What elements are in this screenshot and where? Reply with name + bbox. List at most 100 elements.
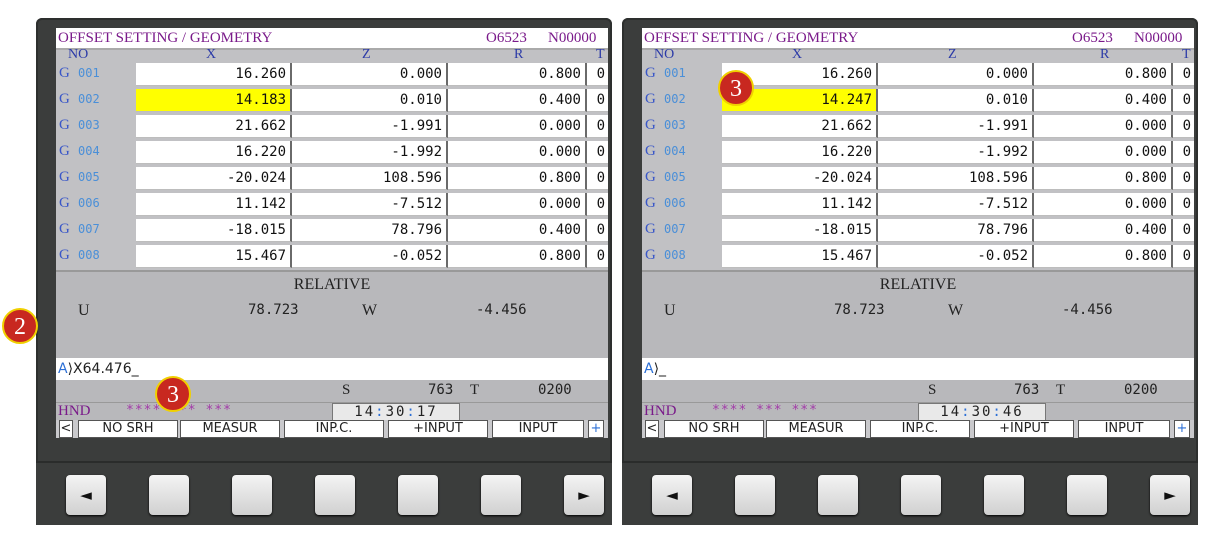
hw-soft-key-1[interactable] [149,475,189,515]
offset-z-cell[interactable]: -7.512 [292,193,448,216]
offset-z-cell[interactable]: 78.796 [878,219,1034,242]
offset-z-cell[interactable]: -0.052 [878,245,1034,268]
offset-z-cell[interactable]: 0.010 [878,89,1034,112]
softkey-input-button[interactable]: INPUT [1078,420,1170,438]
softkey-measur-button[interactable]: MEASUR [766,420,866,438]
offset-x-cell[interactable]: -20.024 [722,167,878,190]
offset-z-cell[interactable]: -1.991 [878,115,1034,138]
offset-t-cell[interactable]: 0 [1173,141,1194,164]
offset-x-cell[interactable]: -18.015 [722,219,878,242]
hw-left-arrow-key[interactable]: ◄ [66,475,106,515]
offset-x-cell[interactable]: 15.467 [136,245,292,268]
hw-soft-key-1[interactable] [735,475,775,515]
offset-x-cell[interactable]: 21.662 [722,115,878,138]
offset-z-cell[interactable]: 78.796 [292,219,448,242]
softkey-plus-input-button[interactable]: +INPUT [388,420,488,438]
offset-x-cell[interactable]: 21.662 [136,115,292,138]
clock-minutes: 30 [385,404,407,420]
offset-z-cell[interactable]: 0.000 [292,63,448,86]
offset-z-cell[interactable]: 108.596 [878,167,1034,190]
offset-r-cell[interactable]: 0.400 [1034,89,1173,112]
hw-left-arrow-key[interactable]: ◄ [652,475,692,515]
offset-t-cell[interactable]: 0 [1173,89,1194,112]
softkey-input-button[interactable]: INPUT [492,420,584,438]
offset-x-cell[interactable]: 16.260 [136,63,292,86]
offset-r-cell[interactable]: 0.400 [1034,219,1173,242]
hw-right-arrow-key[interactable]: ► [564,475,604,515]
offset-r-cell[interactable]: 0.800 [448,167,587,190]
offset-z-cell[interactable]: 0.000 [878,63,1034,86]
key-input-line[interactable]: A⟩X64.476_ [56,358,608,380]
hw-soft-key-3[interactable] [315,475,355,515]
offset-x-cell[interactable]: 11.142 [722,193,878,216]
offset-t-cell[interactable]: 0 [587,141,608,164]
hw-right-arrow-key[interactable]: ► [1150,475,1190,515]
hw-soft-key-4[interactable] [984,475,1024,515]
softkey-no-srh-button[interactable]: NO SRH [78,420,178,438]
softkey-prev-button[interactable]: < [59,420,73,438]
offset-z-cell[interactable]: 108.596 [292,167,448,190]
offset-r-cell[interactable]: 0.800 [448,245,587,268]
table-row: G 008 15.467 -0.052 0.800 0 [642,244,1194,270]
offset-z-cell[interactable]: -1.991 [292,115,448,138]
hw-soft-key-5[interactable] [1067,475,1107,515]
softkey-plus-input-button[interactable]: +INPUT [974,420,1074,438]
offset-type-letter: G [645,221,656,237]
offset-z-cell[interactable]: -7.512 [878,193,1034,216]
offset-x-cell[interactable]: -20.024 [136,167,292,190]
offset-z-cell[interactable]: 0.010 [292,89,448,112]
offset-r-cell[interactable]: 0.400 [448,219,587,242]
softkey-measur-button[interactable]: MEASUR [180,420,280,438]
hw-soft-key-5[interactable] [481,475,521,515]
offset-t-cell[interactable]: 0 [587,193,608,216]
offset-t-cell[interactable]: 0 [1173,245,1194,268]
offset-x-cell[interactable]: 14.183 [136,89,292,112]
softkey-prev-button[interactable]: < [645,420,659,438]
offset-t-cell[interactable]: 0 [587,245,608,268]
offset-r-cell[interactable]: 0.000 [448,141,587,164]
offset-t-cell[interactable]: 0 [1173,115,1194,138]
offset-x-cell[interactable]: 15.467 [722,245,878,268]
offset-r-cell[interactable]: 0.000 [1034,115,1173,138]
offset-r-cell[interactable]: 0.800 [1034,167,1173,190]
softkey-inp-c-button[interactable]: INP.C. [870,420,970,438]
offset-r-cell[interactable]: 0.800 [448,63,587,86]
offset-t-cell[interactable]: 0 [587,89,608,112]
hw-soft-key-4[interactable] [398,475,438,515]
softkey-next-button[interactable]: + [1174,420,1190,438]
offset-t-cell[interactable]: 0 [587,63,608,86]
offset-r-cell[interactable]: 0.800 [1034,245,1173,268]
offset-z-cell[interactable]: -1.992 [292,141,448,164]
offset-t-cell[interactable]: 0 [587,167,608,190]
offset-t-cell[interactable]: 0 [587,219,608,242]
offset-x-cell[interactable]: 11.142 [136,193,292,216]
offset-t-cell[interactable]: 0 [1173,219,1194,242]
offset-r-cell[interactable]: 0.000 [448,193,587,216]
hw-soft-key-3[interactable] [901,475,941,515]
offset-t-cell[interactable]: 0 [1173,193,1194,216]
offset-x-cell[interactable]: 16.220 [722,141,878,164]
offset-r-cell[interactable]: 0.000 [1034,141,1173,164]
offset-z-cell[interactable]: -0.052 [292,245,448,268]
offset-t-cell[interactable]: 0 [587,115,608,138]
hw-soft-key-2[interactable] [818,475,858,515]
offset-r-cell[interactable]: 0.000 [1034,193,1173,216]
offset-r-cell[interactable]: 0.800 [1034,63,1173,86]
offset-x-cell[interactable]: 16.220 [136,141,292,164]
offset-z-cell[interactable]: -1.992 [878,141,1034,164]
softkey-inp-c-button[interactable]: INP.C. [284,420,384,438]
w-value: -4.456 [476,302,527,318]
key-input-line[interactable]: A⟩_ [642,358,1194,380]
hw-soft-key-2[interactable] [232,475,272,515]
offset-number: 008 [664,248,686,262]
offset-x-cell[interactable]: -18.015 [136,219,292,242]
offset-t-cell[interactable]: 0 [1173,167,1194,190]
offset-number: 005 [78,170,100,184]
offset-r-cell[interactable]: 0.400 [448,89,587,112]
softkey-next-button[interactable]: + [588,420,604,438]
offset-number: 006 [78,196,100,210]
offset-t-cell[interactable]: 0 [1173,63,1194,86]
w-value: -4.456 [1062,302,1113,318]
softkey-no-srh-button[interactable]: NO SRH [664,420,764,438]
offset-r-cell[interactable]: 0.000 [448,115,587,138]
